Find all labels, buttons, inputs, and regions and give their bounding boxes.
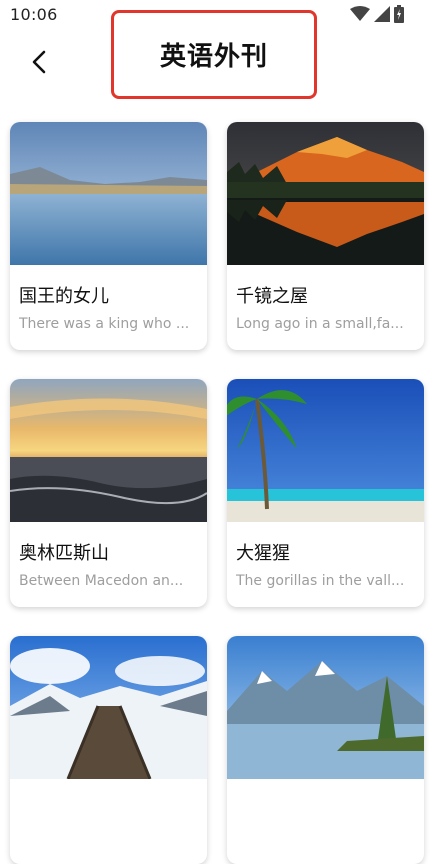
chevron-left-icon	[32, 50, 46, 74]
article-title: 国王的女儿	[19, 286, 109, 307]
article-excerpt: Long ago in a small,fa...	[236, 316, 404, 332]
article-card[interactable]: 千镜之屋 Long ago in a small,fa...	[227, 122, 424, 350]
article-card[interactable]: 国王的女儿 There was a king who ...	[10, 122, 207, 350]
article-image	[10, 379, 207, 522]
article-excerpt: Between Macedon an...	[19, 573, 184, 589]
title-highlight-box: 英语外刊	[111, 10, 317, 99]
article-excerpt: There was a king who ...	[19, 316, 190, 332]
signal-icon	[374, 6, 390, 22]
header: 英语外刊	[0, 10, 434, 110]
article-image	[227, 379, 424, 522]
article-image	[227, 122, 424, 265]
article-image	[10, 122, 207, 265]
wifi-icon	[350, 6, 370, 21]
article-title	[236, 796, 424, 820]
page-title: 英语外刊	[159, 42, 268, 72]
article-title: 千镜之屋	[236, 286, 308, 307]
battery-icon	[394, 5, 404, 23]
article-title	[19, 796, 207, 820]
status-icons	[350, 5, 404, 23]
article-card[interactable]: 奥林匹斯山 Between Macedon an...	[10, 379, 207, 607]
back-button[interactable]	[22, 44, 58, 80]
article-excerpt: The gorillas in the vall...	[236, 573, 405, 589]
article-grid: 国王的女儿 There was a king who ... 千镜之屋 Long…	[10, 122, 424, 864]
article-image	[227, 636, 424, 779]
article-card[interactable]	[10, 636, 207, 864]
article-card[interactable]: 大猩猩 The gorillas in the vall...	[227, 379, 424, 607]
status-time: 10:06	[10, 5, 58, 24]
article-title: 奥林匹斯山	[19, 543, 109, 564]
article-card[interactable]	[227, 636, 424, 864]
article-title: 大猩猩	[236, 543, 290, 564]
article-image	[10, 636, 207, 779]
